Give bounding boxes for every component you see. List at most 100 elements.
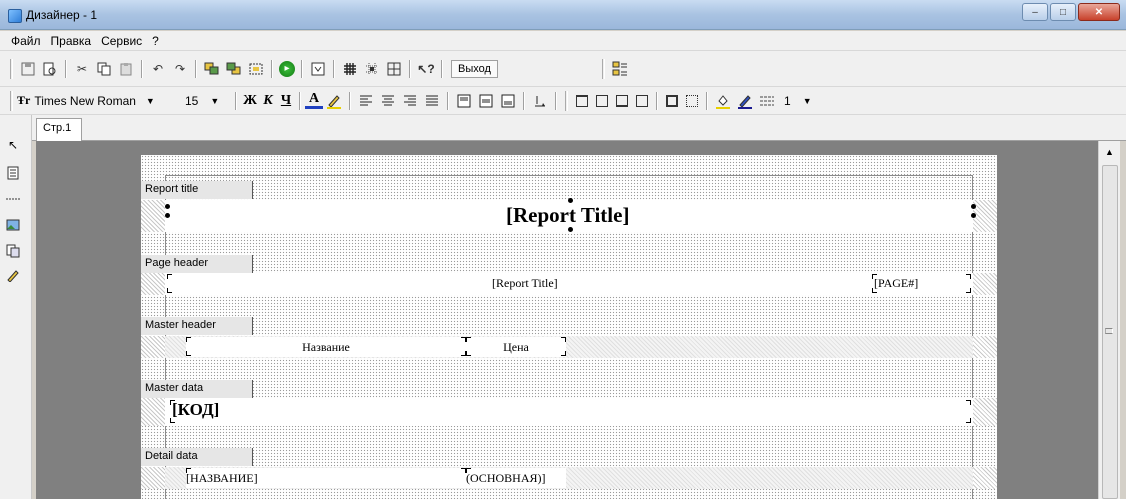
resize-handle[interactable] <box>568 198 573 203</box>
italic-button[interactable]: К <box>259 93 277 109</box>
valign-bottom-icon[interactable] <box>499 92 517 110</box>
band-label-page-header[interactable]: Page header <box>141 255 253 273</box>
bring-front-icon[interactable] <box>203 60 221 78</box>
save-icon[interactable] <box>19 60 37 78</box>
table-icon[interactable] <box>385 60 403 78</box>
master-header-name-field[interactable]: Название <box>186 337 466 357</box>
toolbar-separator <box>409 59 411 78</box>
menu-service[interactable]: Сервис <box>96 34 147 48</box>
subreport-icon[interactable] <box>5 243 21 259</box>
align-grid-icon[interactable] <box>363 60 381 78</box>
frame-width-value[interactable]: 1 <box>784 94 791 108</box>
grid-icon[interactable] <box>341 60 359 78</box>
page-header-title-field[interactable]: [Report Title] <box>492 276 558 291</box>
undo-icon[interactable]: ↶ <box>149 60 167 78</box>
toolbar-grip[interactable] <box>601 58 605 79</box>
cut-icon[interactable]: ✂ <box>73 60 91 78</box>
exit-button[interactable]: Выход <box>451 59 498 78</box>
paste-icon[interactable] <box>117 60 135 78</box>
menu-file[interactable]: Файл <box>6 34 46 48</box>
toolbar-grip[interactable] <box>565 90 568 111</box>
highlight-icon[interactable] <box>325 92 343 110</box>
align-left-icon[interactable] <box>357 92 375 110</box>
menu-help[interactable]: ? <box>147 34 164 48</box>
chevron-down-icon[interactable]: ▼ <box>210 96 219 106</box>
help-cursor-icon[interactable]: ↖? <box>417 60 435 78</box>
select-cursor-icon[interactable]: ↖ <box>5 137 21 153</box>
field-corner <box>186 468 191 473</box>
bold-button[interactable]: Ж <box>241 93 259 109</box>
resize-handle[interactable] <box>165 204 170 209</box>
pencil-icon[interactable] <box>5 267 21 283</box>
band-label-detail-data[interactable]: Detail data <box>141 448 253 466</box>
report-title-field[interactable]: [Report Title] <box>506 203 629 228</box>
font-color-button[interactable]: A <box>305 92 323 109</box>
master-data-code-field[interactable]: [КОД] <box>172 400 219 420</box>
fill-color-icon[interactable] <box>714 92 732 110</box>
chevron-down-icon[interactable]: ▼ <box>146 96 155 106</box>
truetype-icon: Ŧr <box>17 93 31 107</box>
band-master-data[interactable] <box>141 398 997 426</box>
rotate-text-icon[interactable] <box>531 92 549 110</box>
font-name-select[interactable]: Ŧr Times New Roman ▼ <box>17 93 167 108</box>
scroll-up-icon[interactable]: ▲ <box>1105 147 1114 157</box>
object-inspector-icon[interactable] <box>611 60 629 78</box>
master-header-price-field[interactable]: Цена <box>466 337 566 357</box>
preview-icon[interactable] <box>41 60 59 78</box>
picture-icon[interactable] <box>5 217 21 233</box>
toolbar-grip[interactable] <box>10 90 13 111</box>
frame-left-icon[interactable] <box>596 94 608 107</box>
valign-middle-icon[interactable] <box>477 92 495 110</box>
resize-handle[interactable] <box>568 227 573 232</box>
detail-main-field[interactable]: (ОСНОВНАЯ)] <box>466 468 566 488</box>
toolbar-separator <box>299 91 301 110</box>
resize-handle[interactable] <box>971 213 976 218</box>
copy-icon[interactable] <box>95 60 113 78</box>
font-size-select[interactable]: 15 ▼ <box>185 94 231 108</box>
underline-button[interactable]: Ч <box>277 93 295 109</box>
resize-handle[interactable] <box>165 213 170 218</box>
frame-right-icon[interactable] <box>636 94 648 107</box>
band-icon[interactable] <box>5 165 21 181</box>
group-icon[interactable] <box>247 60 265 78</box>
window-title-bar: Дизайнер - 1 – □ ✕ <box>0 0 1126 30</box>
send-back-icon[interactable] <box>225 60 243 78</box>
page-number-field[interactable]: [PAGE#] <box>874 276 918 291</box>
menu-edit[interactable]: Правка <box>46 34 97 48</box>
valign-top-icon[interactable] <box>455 92 473 110</box>
align-justify-icon[interactable] <box>423 92 441 110</box>
frame-none-icon[interactable] <box>686 94 698 107</box>
frame-top-icon[interactable] <box>576 94 588 107</box>
close-button[interactable]: ✕ <box>1078 3 1120 21</box>
band-label-master-header[interactable]: Master header <box>141 317 253 335</box>
band-body <box>165 273 973 295</box>
toolbar-separator <box>447 91 449 110</box>
run-icon[interactable]: ▸ <box>279 60 295 77</box>
frame-color-icon[interactable] <box>736 92 754 110</box>
frame-style-icon[interactable] <box>758 92 776 110</box>
redo-icon[interactable]: ↷ <box>171 60 189 78</box>
minimize-button[interactable]: – <box>1022 3 1048 21</box>
field-corner <box>966 418 971 423</box>
chevron-down-icon[interactable]: ▼ <box>803 96 812 106</box>
detail-name-field[interactable]: [НАЗВАНИЕ] <box>186 468 466 488</box>
line-icon[interactable] <box>5 191 21 207</box>
menu-bar: Файл Правка Сервис ? <box>0 31 1126 51</box>
toolbar-separator <box>555 91 557 110</box>
vertical-scrollbar[interactable]: ▲ <box>1098 141 1120 499</box>
insert-field-icon[interactable] <box>309 60 327 78</box>
frame-bottom-icon[interactable] <box>616 94 628 107</box>
align-center-icon[interactable] <box>379 92 397 110</box>
toolbar-separator <box>656 91 658 110</box>
toolbar-separator <box>301 59 303 78</box>
band-label-master-data[interactable]: Master data <box>141 380 253 398</box>
band-page-header[interactable] <box>141 273 997 295</box>
maximize-button[interactable]: □ <box>1050 3 1076 21</box>
band-label-report-title[interactable]: Report title <box>141 181 253 199</box>
resize-handle[interactable] <box>971 204 976 209</box>
align-right-icon[interactable] <box>401 92 419 110</box>
object-toolbar: ↖ <box>0 115 32 499</box>
toolbar-grip[interactable] <box>10 58 13 79</box>
frame-all-icon[interactable] <box>666 94 678 107</box>
tab-page-1[interactable]: Стр.1 <box>36 118 82 142</box>
